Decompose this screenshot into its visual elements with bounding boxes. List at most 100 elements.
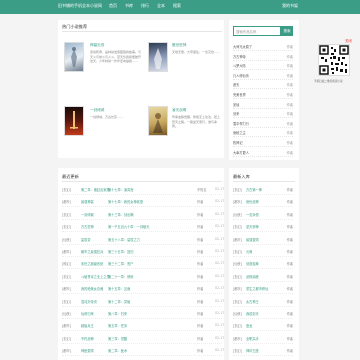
ranking-item-title[interactable]: 诡秘之主 [233, 130, 246, 135]
row-book-name[interactable]: 一念永恒 [246, 212, 259, 217]
row-chapter[interactable]: 第八章：归来 [108, 311, 127, 316]
row-author: 作者 [197, 212, 204, 217]
ranking-item[interactable]: 牧神记 作者 [233, 138, 293, 147]
row-chapter[interactable]: 第五十八章：星辰之力 [108, 237, 140, 242]
qr-close-button[interactable]: 关闭 [345, 38, 352, 43]
row-chapter[interactable]: 第一千五百九十章：一剑破天 [108, 224, 149, 229]
search-input[interactable]: 搜索作品名称 [233, 26, 281, 36]
ranking-item[interactable]: 圣墟 作者 [233, 100, 293, 109]
nav-complete[interactable]: 全本 [157, 3, 165, 9]
row-book-name[interactable]: 全职高手 [246, 336, 259, 341]
list-item: [仙侠] 我欲封天 作者 [233, 307, 293, 319]
row-book-name[interactable]: 万古狂神 [81, 224, 94, 229]
list-item: [玄幻] 盘龙 作者 [233, 319, 293, 332]
site-name[interactable]: 旧书铺的手机全本小说网 [58, 3, 102, 9]
row-category: [都市] [62, 324, 71, 329]
ranking-item[interactable]: 凡人修仙传 作者 [233, 71, 293, 80]
row-category: [都市] [233, 200, 242, 205]
row-book-name[interactable]: 超级兵王 [81, 323, 94, 328]
row-book-name[interactable]: 一剑倾城 [81, 212, 94, 217]
ranking-item[interactable]: 诡秘之主 作者 [233, 128, 293, 138]
row-book-name[interactable]: 最强神豪 [81, 199, 94, 204]
ranking-item[interactable]: 雪中悍刀行 作者 [233, 119, 293, 128]
row-book-name[interactable]: 剑道独尊 [246, 261, 259, 266]
row-chapter[interactable]: 第二章：医术 [108, 348, 127, 353]
ranking-item-title[interactable]: 雪中悍刀行 [233, 121, 249, 126]
row-author: 作者 [286, 188, 293, 192]
row-book-name[interactable]: 不朽战神 [81, 336, 94, 341]
ranking-item[interactable]: 遮天 作者 [233, 80, 293, 90]
ranking-item[interactable]: 完美世界 作者 [233, 90, 293, 99]
ranking-item-author: 作者 [286, 93, 293, 97]
ranking-item[interactable]: 万古神帝 作者 [233, 52, 293, 61]
row-date: 02-17 [215, 273, 225, 278]
row-category: [玄幻] [233, 225, 242, 230]
book-title-3[interactable]: 一剑倾城 [90, 108, 104, 113]
row-book-name[interactable]: 斗破苍穹之无上之境 [81, 274, 110, 279]
row-book-name[interactable]: 混沌天帝诀 [81, 299, 97, 304]
book-title-2[interactable]: 傲世狂神 [172, 43, 186, 48]
ranking-item[interactable]: 大师兄太稳了 作者 [233, 42, 293, 51]
row-chapter[interactable]: 第三章：觉醒 [108, 336, 127, 341]
row-chapter[interactable]: 第十七章：凌霄宫 [108, 187, 134, 192]
bookshelf-link[interactable]: 我的书架 [282, 3, 298, 9]
ranking-item[interactable]: 斗罗大陆 作者 [233, 61, 293, 71]
ranking-item-title[interactable]: 完美世界 [233, 92, 246, 97]
book-cover-3[interactable] [64, 106, 84, 136]
row-book-name[interactable]: 星辰变 [81, 237, 91, 242]
row-book-name[interactable]: 最强赘婿 [246, 237, 259, 242]
row-book-name[interactable]: 神医赘婿 [81, 348, 94, 353]
ranking-item-title[interactable]: 圣墟 [233, 102, 239, 107]
book-title-4[interactable]: 凌天战尊 [172, 108, 186, 113]
nav-home[interactable]: 首页 [109, 3, 117, 9]
nav-search[interactable]: 搜索 [173, 3, 181, 9]
ranking-item[interactable]: 大奉打更人 作者 [233, 148, 293, 157]
row-book-name[interactable]: 我欲封天 [246, 311, 259, 316]
ranking-item-title[interactable]: 凡人修仙传 [233, 73, 249, 78]
ranking-item-title[interactable]: 大奉打更人 [233, 150, 249, 155]
row-chapter[interactable]: 第十七章：我的女神老婆 [108, 199, 143, 204]
table-row: [玄幻] 第二章：被赶出家族 第十七章：凌霄宫 不知名 02-17 [62, 183, 224, 195]
book-cover-2[interactable] [148, 42, 168, 72]
row-book-name[interactable]: 武炼巅峰 [246, 274, 259, 279]
row-chapter[interactable]: 第三十五章：回归 [108, 249, 134, 254]
row-chapter[interactable]: 第十五章：见面 [108, 286, 130, 291]
ranking-item-title[interactable]: 牧神记 [233, 140, 243, 145]
ranking-item-title[interactable]: 剑来 [233, 111, 239, 116]
list-item: [玄幻] 武炼巅峰 作者 [233, 270, 293, 282]
row-book-name[interactable]: 第二章：被赶出家族 [81, 187, 110, 192]
nav-library[interactable]: 书库 [125, 3, 133, 9]
row-book-name[interactable]: 都市之最强狂兵 [81, 249, 103, 254]
row-book-name[interactable]: 逆天邪神 [246, 224, 259, 229]
search-button[interactable]: 搜索 [281, 26, 293, 36]
ranking-item-title[interactable]: 遮天 [233, 82, 239, 87]
divider [233, 181, 295, 182]
book-cover-4[interactable] [148, 106, 168, 136]
row-chapter[interactable]: 第二十一章：修炼 [108, 274, 134, 279]
row-author: 作者 [197, 299, 204, 304]
row-book-name[interactable]: 绝世战神 [246, 199, 259, 204]
row-book-name[interactable]: 盘龙 [246, 323, 252, 328]
row-author: 作者 [286, 200, 293, 205]
row-book-name[interactable]: 我的绝美女总裁 [81, 286, 103, 291]
row-chapter[interactable]: 第十三章：剑出鞘 [108, 212, 134, 217]
row-chapter[interactable]: 第十二章：突破 [108, 299, 130, 304]
row-book-name[interactable]: 元尊 [246, 249, 252, 254]
row-book-name[interactable]: 神印王座 [246, 348, 259, 353]
row-chapter[interactable]: 第五章：任务 [108, 323, 127, 328]
row-chapter[interactable]: 第三十二章：丧尸 [108, 261, 134, 266]
ranking-item-title[interactable]: 万古神帝 [233, 54, 246, 59]
ranking-item-title[interactable]: 大师兄太稳了 [233, 44, 252, 49]
row-date: 02-17 [215, 249, 225, 253]
ranking-item[interactable]: 剑来 作者 [233, 109, 293, 119]
book-cover-1[interactable] [64, 42, 84, 72]
book-title-1[interactable]: 神墓无双 [90, 43, 104, 48]
row-book-name[interactable]: 末世之超级系统 [81, 261, 103, 266]
row-book-name[interactable]: 重生之都市修仙 [246, 286, 268, 291]
row-book-name[interactable]: 太古神王 [246, 299, 259, 304]
main-nav: 首页 书库 排行 全本 搜索 [109, 3, 181, 9]
ranking-item-title[interactable]: 斗罗大陆 [233, 63, 246, 68]
row-book-name[interactable]: 仙帝归来 [81, 311, 94, 316]
row-book-name[interactable]: 万古第一神 [246, 187, 262, 192]
nav-ranking[interactable]: 排行 [141, 3, 149, 9]
